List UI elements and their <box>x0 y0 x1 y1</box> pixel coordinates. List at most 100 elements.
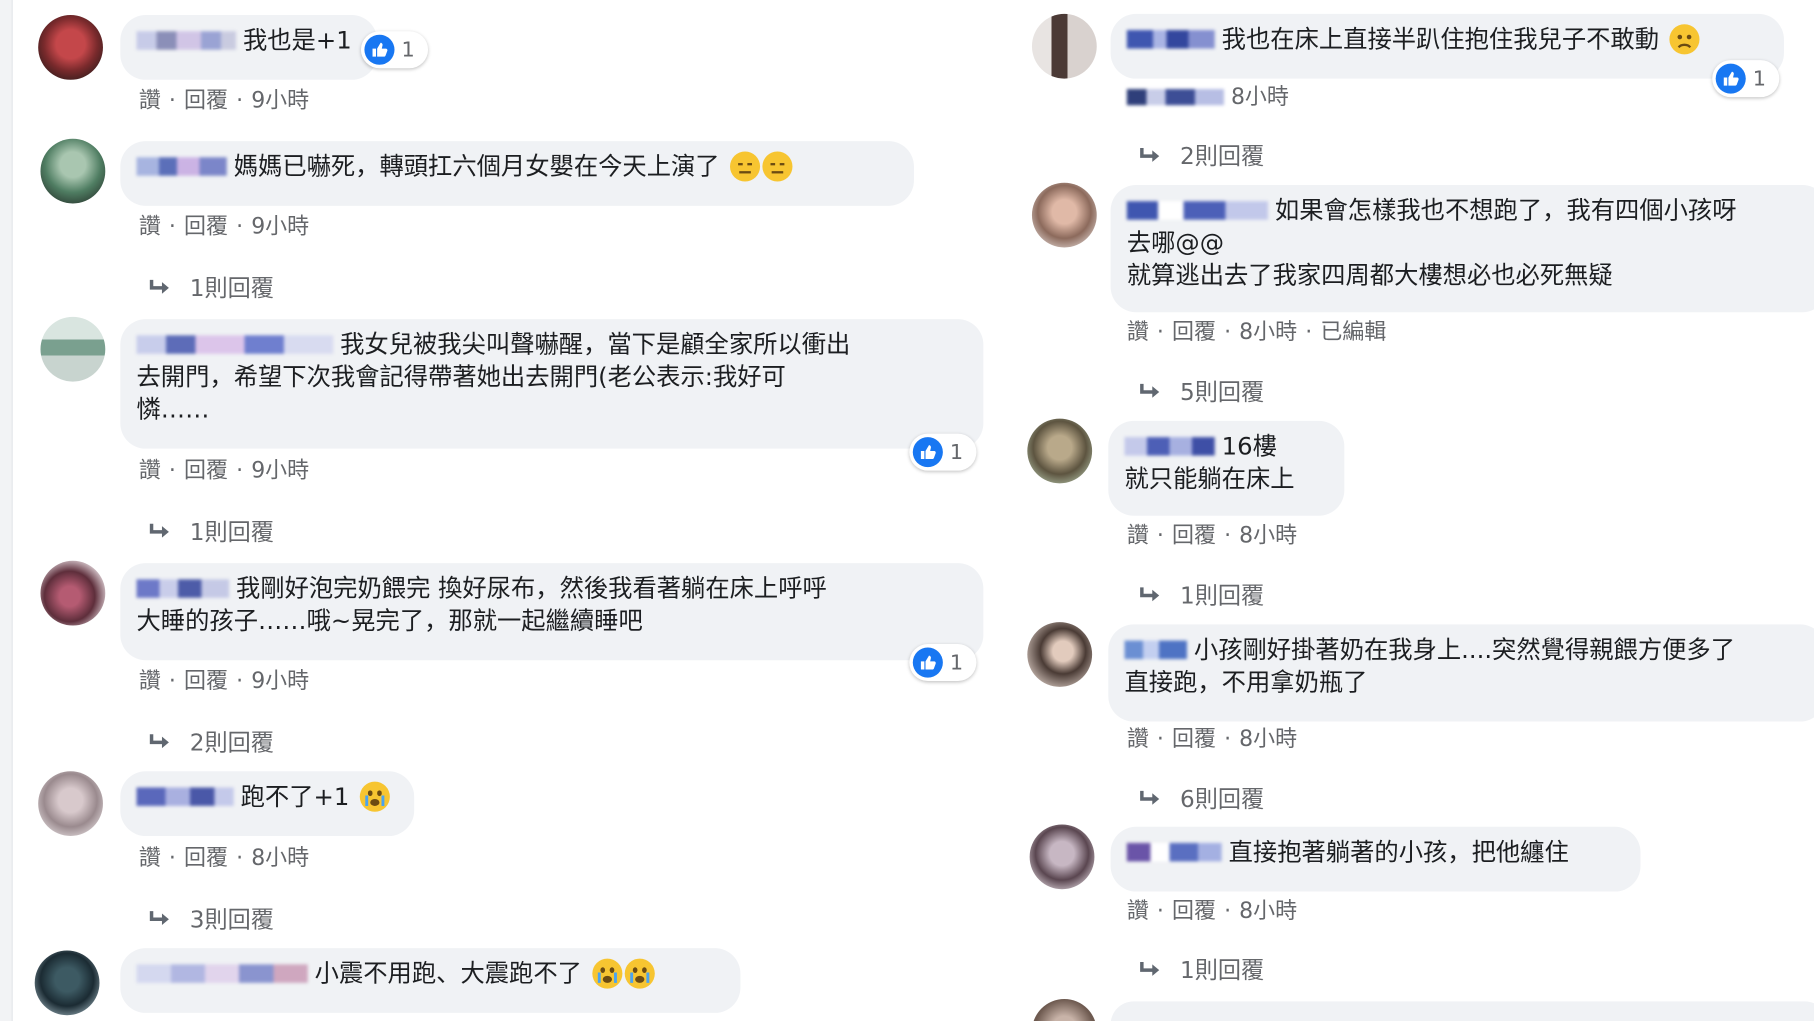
comment-text-line: 就算逃出去了我家四周都大樓想必也必死無疑 <box>1126 261 1613 290</box>
view-replies-link[interactable]: 2則回覆 <box>1138 138 1264 172</box>
comment-text-line: 我剛好泡完奶餵完 換好尿布，然後我看著躺在床上呼呼 <box>236 574 827 603</box>
author-name-blurred[interactable] <box>136 964 308 983</box>
reply-button[interactable]: 回覆 <box>184 88 228 113</box>
avatar[interactable] <box>1027 622 1093 687</box>
view-replies-link[interactable]: 1則回覆 <box>1138 952 1264 986</box>
like-button[interactable]: 讚 <box>1127 898 1149 923</box>
reply-arrow-icon <box>1140 587 1160 602</box>
right-comment-column: 我也在床上直接半趴住抱住我兒子不敢動 1 8小時 2則回覆 如果會怎樣我也不想跑… <box>1018 0 1814 1021</box>
reaction-summary[interactable]: 1 <box>1712 60 1780 98</box>
avatar[interactable] <box>38 15 103 80</box>
like-button[interactable]: 讚 <box>139 668 161 693</box>
reply-button[interactable]: 回覆 <box>1172 319 1216 344</box>
timestamp[interactable]: 9小時 <box>251 214 309 239</box>
view-replies-link[interactable]: 1則回覆 <box>148 513 274 547</box>
like-button[interactable]: 讚 <box>139 88 161 113</box>
comment-text-line: 大睡的孩子……哦~晃完了，那就一起繼續睡吧 <box>136 607 643 635</box>
view-replies-link[interactable]: 3則回覆 <box>148 901 274 935</box>
expressionless-emoji-icon <box>729 151 760 182</box>
avatar[interactable] <box>40 560 106 626</box>
comment-bubble: 我也是+1 <box>120 15 378 80</box>
author-name-blurred[interactable] <box>136 787 234 806</box>
reply-button[interactable]: 回覆 <box>184 845 228 870</box>
comment-actions: 讚 · 回覆 · 8小時 <box>1126 522 1298 549</box>
author-name-blurred[interactable] <box>1124 437 1215 456</box>
comment-text-line: 我女兒被我尖叫聲嚇醒，當下是顧全家所以衝出 <box>340 330 851 359</box>
avatar[interactable] <box>40 316 106 382</box>
like-button[interactable]: 讚 <box>139 845 161 870</box>
author-name-blurred[interactable] <box>136 335 334 354</box>
avatar[interactable] <box>38 771 103 837</box>
reply-arrow-icon <box>149 523 169 538</box>
author-name-blurred[interactable] <box>1126 842 1222 862</box>
reply-arrow-icon <box>149 911 169 926</box>
author-name-blurred[interactable] <box>1126 201 1268 220</box>
avatar[interactable] <box>34 950 100 1016</box>
like-button[interactable]: 讚 <box>1127 319 1149 344</box>
reply-button[interactable]: 回覆 <box>1172 523 1216 548</box>
like-button[interactable]: 讚 <box>139 458 161 483</box>
comment-actions: 讚 · 回覆 · 9小時 <box>138 457 310 484</box>
author-name-blurred[interactable] <box>1124 640 1187 660</box>
author-name-blurred[interactable] <box>136 31 237 50</box>
comment-text-line: 如果會怎樣我也不想跑了，我有四個小孩呀 <box>1274 196 1737 225</box>
reaction-count: 1 <box>949 439 964 465</box>
reply-arrow-icon <box>1140 790 1160 805</box>
timestamp[interactable]: 9小時 <box>251 458 309 483</box>
view-replies-link[interactable]: 6則回覆 <box>1138 781 1264 815</box>
comment-bubble: 16樓 就只能躺在床上 <box>1108 420 1345 516</box>
comment-actions: 讚 · 回覆 · 8小時 <box>138 845 310 871</box>
reaction-count: 1 <box>1752 66 1766 91</box>
timestamp[interactable]: 9小時 <box>251 88 309 113</box>
timestamp[interactable]: 8小時 <box>251 845 309 870</box>
avatar[interactable] <box>1031 13 1097 79</box>
reply-arrow-icon <box>1140 148 1160 162</box>
avatar[interactable] <box>1027 418 1093 484</box>
author-name-blurred[interactable] <box>136 157 227 176</box>
like-reaction-icon <box>364 34 395 65</box>
reply-button[interactable]: 回覆 <box>1172 726 1216 751</box>
view-replies-link[interactable]: 5則回覆 <box>1138 373 1264 407</box>
comment-text: 小震不用跑、大震跑不了 <box>314 959 582 988</box>
view-replies-link[interactable]: 2則回覆 <box>148 724 274 758</box>
comment-text-line: 就只能躺在床上 <box>1124 464 1295 493</box>
reply-button[interactable]: 回覆 <box>184 458 228 483</box>
author-name-blurred[interactable] <box>1126 30 1215 49</box>
comment-actions: 讚 · 回覆 · 9小時 <box>138 87 310 114</box>
like-button[interactable]: 讚 <box>139 214 161 239</box>
timestamp[interactable]: 8小時 <box>1239 319 1297 344</box>
timestamp[interactable]: 9小時 <box>251 668 309 693</box>
reply-button[interactable]: 回覆 <box>184 214 228 239</box>
avatar[interactable] <box>1031 182 1097 248</box>
author-name-blurred[interactable] <box>136 579 230 598</box>
reaction-summary[interactable]: 1 <box>360 31 429 69</box>
timestamp[interactable]: 8小時 <box>1231 84 1289 109</box>
comment-text: 跑不了+1 <box>240 782 350 811</box>
comment-text-line: 直接跑，不用拿奶瓶了 <box>1124 668 1368 697</box>
comment-actions: 8小時 <box>1126 80 1289 111</box>
reply-arrow-icon <box>149 734 169 749</box>
comment-text-line: 去哪@@ <box>1126 228 1225 257</box>
reaction-summary[interactable]: 1 <box>909 644 977 682</box>
timestamp[interactable]: 8小時 <box>1239 726 1297 751</box>
comment-actions: 讚 · 回覆 · 8小時 <box>1126 898 1298 924</box>
comment-text-line: 去開門，希望下次我會記得帶著她出去開門(老公表示:我好可 <box>136 363 786 391</box>
reply-button[interactable]: 回覆 <box>1172 898 1216 923</box>
crying-emoji-icon <box>624 958 655 989</box>
view-replies-link[interactable]: 1則回覆 <box>1138 577 1264 611</box>
timestamp[interactable]: 8小時 <box>1239 898 1297 923</box>
reaction-summary[interactable]: 1 <box>909 433 977 471</box>
view-replies-link[interactable]: 1則回覆 <box>148 269 274 303</box>
like-button[interactable]: 讚 <box>1127 726 1149 751</box>
comment-actions: 讚 · 回覆 · 9小時 <box>138 213 310 240</box>
avatar[interactable] <box>1029 824 1095 890</box>
avatar[interactable] <box>40 138 106 204</box>
comment-text: 媽媽已嚇死，轉頭扛六個月女嬰在今天上演了 <box>233 152 720 181</box>
edited-label[interactable]: 已編輯 <box>1320 319 1386 344</box>
comment-bubble: 我剛好泡完奶餵完 換好尿布，然後我看著躺在床上呼呼 大睡的孩子……哦~晃完了，那… <box>120 563 984 661</box>
timestamp[interactable]: 8小時 <box>1239 523 1297 548</box>
comment-actions: 讚 · 回覆 · 9小時 <box>138 668 310 694</box>
reply-button[interactable]: 回覆 <box>184 668 228 693</box>
avatar[interactable] <box>1031 999 1097 1021</box>
like-button[interactable]: 讚 <box>1127 523 1149 548</box>
